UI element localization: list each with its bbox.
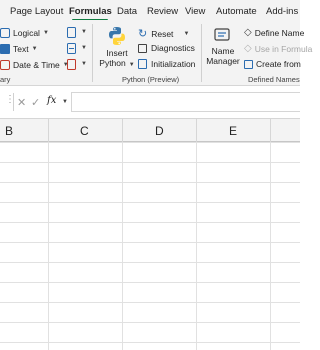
math-trig-icon[interactable]	[67, 43, 76, 54]
logical-button[interactable]: Logical ▼	[0, 28, 49, 38]
defined-names-group-label: Defined Names	[248, 75, 300, 84]
column-header-row: B C D E	[0, 118, 300, 143]
cell-grid[interactable]	[0, 142, 300, 350]
tab-automate[interactable]: Automate	[216, 6, 257, 17]
reset-label: Reset	[151, 28, 174, 39]
initialization-icon	[138, 59, 147, 69]
tab-data[interactable]: Data	[117, 6, 137, 17]
use-in-formula-icon: ◇	[244, 43, 252, 54]
more-functions-icon[interactable]	[67, 59, 76, 70]
chevron-down-icon[interactable]: ▼	[81, 45, 87, 51]
chevron-down-icon[interactable]: ▼	[81, 61, 87, 67]
chevron-down-icon: ▼	[128, 62, 135, 68]
diagnostics-label: Diagnostics	[151, 43, 195, 53]
ribbon-tab-bar: Page Layout Formulas Data Review View Au…	[0, 0, 300, 21]
insert-python-label-line2: Python	[99, 58, 126, 68]
insert-python-label-line2-wrap: Python ▼	[98, 58, 136, 70]
grid-line	[270, 142, 271, 350]
function-library-group-label: ary	[0, 75, 11, 84]
reset-button[interactable]: ↻ Reset ▼	[138, 27, 189, 40]
diagnostics-button[interactable]: Diagnostics	[138, 43, 195, 53]
define-name-button[interactable]: ◇ Define Name	[244, 27, 304, 38]
formula-input[interactable]	[71, 92, 300, 112]
grid-line	[122, 142, 123, 350]
ribbon: Logical ▼ Text ▼ Date & Time ▼ ▼ ▼ ▼ ary…	[0, 20, 312, 86]
column-header-d[interactable]: D	[155, 124, 164, 138]
tab-add-ins[interactable]: Add-ins	[266, 6, 298, 17]
column-header-b[interactable]: B	[5, 124, 13, 138]
text-label: Text	[13, 44, 29, 54]
insert-python-button[interactable]: Insert Python ▼	[98, 24, 136, 72]
enter-icon[interactable]: ✓	[31, 96, 40, 109]
logical-label: Logical	[13, 28, 40, 38]
column-header-e[interactable]: E	[229, 124, 237, 138]
use-in-formula-label: Use in Formula	[254, 43, 313, 54]
calendar-icon	[0, 60, 10, 70]
text-button[interactable]: Text ▼	[0, 44, 38, 54]
cancel-icon[interactable]: ✕	[17, 96, 26, 109]
date-time-label: Date & Time	[13, 60, 60, 70]
name-manager-button[interactable]: Name Manager	[204, 24, 242, 72]
create-from-label: Create from	[256, 59, 301, 69]
diagnostics-icon	[138, 43, 147, 53]
define-name-label: Define Name	[254, 27, 305, 38]
text-icon	[0, 44, 10, 54]
name-manager-icon	[214, 28, 230, 41]
initialization-button[interactable]: Initialization	[138, 59, 195, 69]
reset-icon: ↻	[138, 28, 148, 40]
name-manager-label-line2: Manager	[206, 56, 240, 66]
logical-icon	[0, 28, 10, 38]
insert-function-button[interactable]: fx	[47, 95, 56, 106]
use-in-formula-button[interactable]: ◇ Use in Formula	[244, 43, 312, 54]
tab-view[interactable]: View	[185, 6, 205, 17]
chevron-down-icon[interactable]: ▼	[62, 99, 68, 105]
create-from-selection-button[interactable]: Create from	[244, 59, 301, 69]
column-divider[interactable]	[48, 119, 49, 143]
name-manager-label-line1: Name	[211, 46, 235, 56]
tab-formulas[interactable]: Formulas	[69, 6, 112, 17]
column-divider[interactable]	[122, 119, 123, 143]
group-divider	[92, 24, 93, 82]
chevron-down-icon[interactable]: ▼	[81, 29, 87, 35]
grid-line	[196, 142, 197, 350]
formula-bar-divider	[13, 93, 14, 111]
python-group-label: Python (Preview)	[122, 75, 180, 84]
formula-bar: ⋮ ✕ ✓ fx ▼	[0, 89, 300, 115]
lookup-reference-icon[interactable]	[67, 27, 76, 38]
tag-icon: ◇	[244, 27, 252, 38]
column-divider[interactable]	[196, 119, 197, 143]
column-header-c[interactable]: C	[80, 124, 89, 138]
initialization-label: Initialization	[151, 59, 196, 69]
chevron-down-icon: ▼	[183, 30, 190, 37]
tab-review[interactable]: Review	[147, 6, 178, 17]
chevron-down-icon: ▼	[42, 30, 49, 36]
date-time-button[interactable]: Date & Time ▼	[0, 60, 69, 70]
create-from-selection-icon	[244, 59, 253, 69]
tab-page-layout[interactable]: Page Layout	[10, 6, 63, 17]
insert-python-label-line1: Insert	[106, 48, 128, 58]
group-divider	[201, 24, 202, 82]
python-logo-icon	[109, 27, 125, 45]
grid-line	[48, 142, 49, 350]
column-divider[interactable]	[270, 119, 271, 143]
chevron-down-icon: ▼	[31, 46, 38, 52]
